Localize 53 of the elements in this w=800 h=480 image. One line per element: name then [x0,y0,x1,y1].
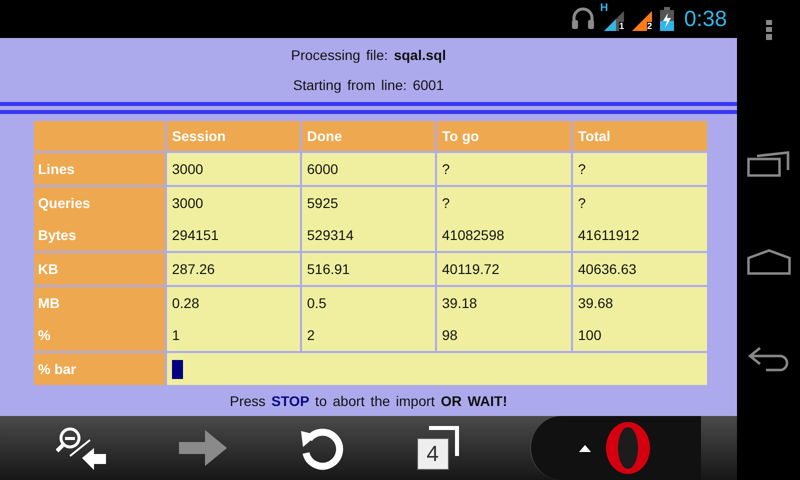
recent-apps-icon[interactable] [746,151,790,178]
table-cell-text: ? [577,160,587,179]
table-cell-text: 98 [441,326,459,345]
starting-label: Starting from line: [293,77,407,93]
sim-number: 2 [647,22,652,31]
row-label: KB [37,260,60,279]
column-header: Done [302,121,435,151]
zoom-out-back-icon[interactable] [56,426,108,470]
overflow-menu-icon[interactable] [766,20,772,40]
processing-label: Processing file: [291,47,388,63]
table-cell-text: ? [441,194,451,213]
column-header: To go [437,121,571,151]
clock-time: 0:38 [684,6,727,32]
row-label: Queries [37,194,92,213]
row-label: Lines [37,160,76,179]
table-cell-text: 39.18 [441,294,478,313]
column-header: Total [573,121,707,151]
table-cell-text: 40636.63 [577,260,638,279]
row-label: Bytes [37,226,78,245]
table-cell-text: 41082598 [441,226,506,245]
caret-up-icon[interactable] [579,444,592,452]
table-cell-text: 3000 [171,194,204,213]
back-icon[interactable] [748,346,790,372]
table-cell-text: 294151 [171,226,220,245]
table-cell-text: 100 [577,326,602,345]
footer-message: Press STOP to abort the import OR WAIT! [230,393,508,409]
table-cell-text: 516.91 [306,260,351,279]
start-line: 6001 [412,77,444,93]
table-cell-text: 287.26 [171,260,216,279]
table-cell-text: 529314 [306,226,355,245]
headset-icon [570,7,596,31]
column-header: Session [167,121,300,151]
table-cell-text: 39.68 [577,294,614,313]
table-cell-text: 0.28 [171,294,200,313]
home-icon[interactable] [746,248,790,275]
table-cell-text: 3000 [171,160,204,179]
table-cell-text: 5925 [306,194,340,213]
row-label: % [37,326,52,345]
file-name: sqal.sql [394,47,446,63]
table-cell-text: 6000 [306,160,340,179]
table-cell-text: 41611912 [577,226,640,245]
table-cell-text: ? [441,160,451,179]
row-label: MB [37,294,61,313]
table-cell-text: 2 [306,326,316,345]
network-type: H [600,3,608,14]
table-cell-text: 40119.72 [441,260,500,279]
table-cell-text: 1 [171,326,181,345]
forward-arrow-icon[interactable] [179,430,228,466]
row-label: % bar [37,360,78,379]
battery-icon [660,7,674,31]
sim-number: 1 [619,22,624,31]
table-cell-text: 0.5 [306,294,328,313]
table-cell-text: ? [577,194,587,213]
